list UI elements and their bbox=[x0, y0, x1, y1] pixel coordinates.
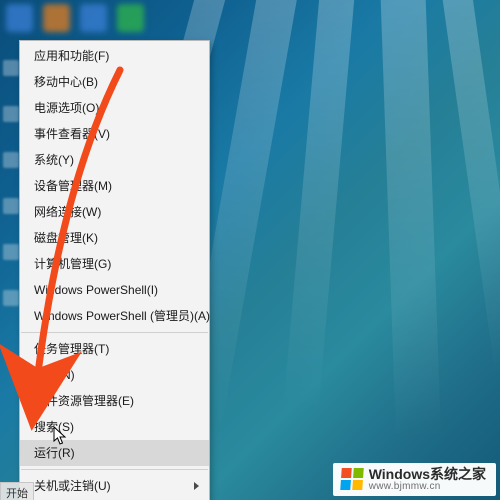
desktop-icons-blurred bbox=[0, 0, 150, 35]
background-ray bbox=[380, 0, 441, 441]
menu-item-device-manager[interactable]: 设备管理器(M) bbox=[20, 173, 209, 199]
background-ray bbox=[283, 0, 354, 410]
menu-item-apps-features[interactable]: 应用和功能(F) bbox=[20, 43, 209, 69]
menu-item-shutdown-signout[interactable]: 关机或注销(U) bbox=[20, 473, 209, 499]
menu-item-powershell[interactable]: Windows PowerShell(I) bbox=[20, 277, 209, 303]
menu-item-computer-management[interactable]: 计算机管理(G) bbox=[20, 251, 209, 277]
background-ray bbox=[440, 0, 500, 378]
watermark: Windows系统之家 www.bjmmw.cn bbox=[333, 463, 496, 496]
menu-item-search[interactable]: 搜索(S) bbox=[20, 414, 209, 440]
windows-logo-icon bbox=[340, 468, 364, 490]
menu-item-network-connections[interactable]: 网络连接(W) bbox=[20, 199, 209, 225]
winx-context-menu: 应用和功能(F) 移动中心(B) 电源选项(O) 事件查看器(V) 系统(Y) … bbox=[19, 40, 210, 500]
watermark-title: Windows系统之家 bbox=[369, 467, 486, 482]
menu-item-event-viewer[interactable]: 事件查看器(V) bbox=[20, 121, 209, 147]
menu-item-file-explorer[interactable]: 文件资源管理器(E) bbox=[20, 388, 209, 414]
menu-item-power-options[interactable]: 电源选项(O) bbox=[20, 95, 209, 121]
menu-item-run[interactable]: 运行(R) bbox=[20, 440, 209, 466]
watermark-url: www.bjmmw.cn bbox=[369, 482, 486, 493]
menu-item-system[interactable]: 系统(Y) bbox=[20, 147, 209, 173]
chevron-right-icon bbox=[194, 482, 199, 490]
menu-item-disk-management[interactable]: 磁盘管理(K) bbox=[20, 225, 209, 251]
menu-item-settings[interactable]: 设置(N) bbox=[20, 362, 209, 388]
start-button-tooltip: 开始 bbox=[0, 482, 34, 500]
menu-separator bbox=[21, 332, 208, 333]
menu-item-label: 关机或注销(U) bbox=[34, 479, 111, 493]
menu-separator bbox=[21, 469, 208, 470]
menu-item-mobility-center[interactable]: 移动中心(B) bbox=[20, 69, 209, 95]
menu-item-task-manager[interactable]: 任务管理器(T) bbox=[20, 336, 209, 362]
menu-item-powershell-admin[interactable]: Windows PowerShell (管理员)(A) bbox=[20, 303, 209, 329]
